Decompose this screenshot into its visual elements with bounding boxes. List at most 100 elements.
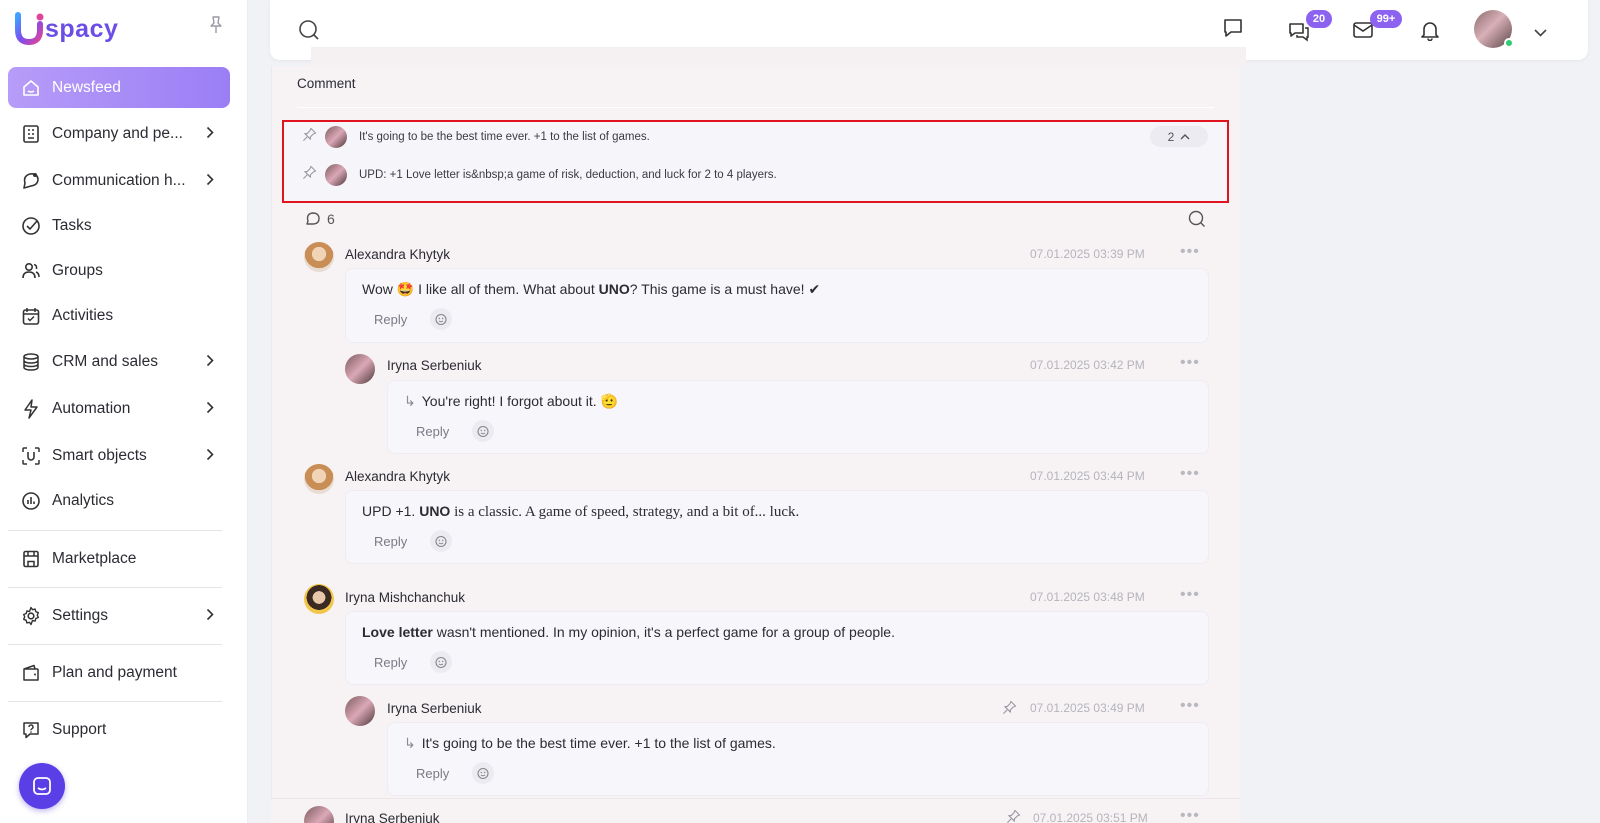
comment-bubble: ↳ You're right! I forgot about it. 🫡 Repl… — [387, 380, 1209, 454]
comment-text: Wow 🤩 I like all of them. What about UNO… — [362, 281, 820, 298]
sidebar-item-crm[interactable]: CRM and sales — [8, 341, 230, 382]
pinned-comment[interactable]: It's going to be the best time ever. +1 … — [302, 126, 650, 148]
more-options-icon[interactable]: ••• — [1180, 697, 1200, 715]
more-options-icon[interactable]: ••• — [1180, 243, 1200, 261]
chevron-right-icon — [206, 173, 214, 191]
home-icon — [20, 77, 42, 99]
chat-bubble-icon — [33, 777, 51, 795]
comments-counter[interactable]: 6 — [304, 210, 335, 227]
sidebar-item-support[interactable]: Support — [8, 709, 230, 750]
reply-button[interactable]: Reply — [374, 534, 407, 549]
chat-widget-button[interactable] — [19, 763, 65, 809]
avatar[interactable] — [345, 696, 375, 726]
avatar[interactable] — [345, 354, 375, 384]
comment-text-part: It's going to be the best time ever. +1 … — [421, 735, 776, 751]
add-reaction-icon[interactable] — [472, 762, 494, 784]
more-options-icon[interactable]: ••• — [1180, 807, 1200, 823]
comment-icon — [306, 212, 320, 225]
sidebar-item-label: Plan and payment — [52, 663, 177, 681]
avatar[interactable] — [304, 464, 334, 494]
comment-bubble: Love letter wasn't mentioned. In my opin… — [345, 611, 1209, 685]
sidebar-item-smart-objects[interactable]: Smart objects — [8, 435, 230, 476]
comment-author[interactable]: Iryna Mishchanchuk — [345, 590, 465, 605]
pinned-indicator-icon[interactable] — [1006, 809, 1021, 823]
mail-icon[interactable] — [1352, 21, 1374, 44]
panel-header-strip — [311, 47, 1246, 67]
comment-text: UPD +1. UNO is a classic. A game of spee… — [362, 503, 799, 521]
calendar-icon — [20, 305, 42, 327]
avatar[interactable] — [304, 584, 334, 614]
chevron-right-icon — [206, 354, 214, 372]
search-icon[interactable] — [298, 19, 320, 46]
more-options-icon[interactable]: ••• — [1180, 354, 1200, 372]
comment-text-part: ? This game is a must have! ✔ — [629, 281, 821, 297]
gear-icon — [20, 605, 42, 627]
chat-icon[interactable] — [1222, 17, 1244, 44]
pinned-comment[interactable]: UPD: +1 Love letter is&nbsp;a game of ri… — [302, 164, 777, 186]
comment-author[interactable]: Alexandra Khytyk — [345, 247, 450, 262]
chat-hub-icon — [20, 170, 42, 192]
add-reaction-icon[interactable] — [430, 530, 452, 552]
more-options-icon[interactable]: ••• — [1180, 465, 1200, 483]
messages-badge: 20 — [1306, 10, 1332, 28]
search-comments-icon[interactable] — [1188, 210, 1206, 233]
sidebar-item-communication[interactable]: Communication h... — [8, 160, 230, 201]
wallet-icon — [20, 662, 42, 684]
reply-arrow-icon: ↳ — [404, 735, 416, 751]
pinned-count-toggle[interactable]: 2 — [1150, 126, 1208, 147]
sidebar-item-groups[interactable]: Groups — [8, 250, 230, 291]
store-icon — [20, 548, 42, 570]
comment-author[interactable]: Iryna Serbeniuk — [345, 811, 440, 823]
avatar[interactable] — [304, 242, 334, 272]
users-icon — [20, 260, 42, 282]
sidebar-divider — [8, 530, 222, 531]
sidebar-item-newsfeed[interactable]: Newsfeed — [8, 67, 230, 108]
sidebar-item-settings[interactable]: Settings — [8, 595, 230, 636]
comment-date: 07.01.2025 03:51 PM — [1033, 811, 1148, 823]
sidebar-item-label: Support — [52, 720, 107, 738]
bell-icon[interactable] — [1420, 19, 1440, 46]
building-icon — [20, 123, 42, 145]
sidebar-divider — [8, 644, 222, 645]
comment-date: 07.01.2025 03:49 PM — [1030, 701, 1145, 715]
comment-author[interactable]: Iryna Serbeniuk — [387, 358, 482, 373]
sidebar-item-analytics[interactable]: Analytics — [8, 480, 230, 521]
chevron-right-icon — [206, 126, 214, 144]
sidebar-divider — [8, 587, 222, 588]
sidebar-item-plan[interactable]: Plan and payment — [8, 652, 230, 693]
sidebar-item-automation[interactable]: Automation — [8, 388, 230, 429]
more-options-icon[interactable]: ••• — [1180, 586, 1200, 604]
logo[interactable]: spacy — [14, 12, 118, 46]
chevron-down-icon[interactable] — [1534, 24, 1547, 42]
comment-text-part: is a classic. A game of speed, strategy,… — [450, 504, 800, 520]
add-reaction-icon[interactable] — [430, 651, 452, 673]
comments-count: 6 — [327, 210, 335, 227]
comment-date: 07.01.2025 03:39 PM — [1030, 247, 1145, 261]
pinned-indicator-icon[interactable] — [1002, 700, 1017, 720]
pin-icon[interactable] — [302, 165, 317, 185]
sidebar-item-marketplace[interactable]: Marketplace — [8, 538, 230, 579]
add-reaction-icon[interactable] — [472, 420, 494, 442]
reply-button[interactable]: Reply — [416, 766, 449, 781]
pin-sidebar-icon[interactable] — [208, 16, 224, 39]
comment-date: 07.01.2025 03:48 PM — [1030, 590, 1145, 604]
comment-author[interactable]: Iryna Serbeniuk — [387, 701, 482, 716]
sidebar-item-company[interactable]: Company and pe... — [8, 113, 230, 154]
sidebar-item-label: Groups — [52, 261, 103, 279]
pin-icon[interactable] — [302, 127, 317, 147]
comment-text: ↳ You're right! I forgot about it. 🫡 — [404, 393, 618, 410]
reply-button[interactable]: Reply — [374, 655, 407, 670]
online-status-dot — [1504, 38, 1514, 48]
sidebar-item-tasks[interactable]: Tasks — [8, 205, 230, 246]
reply-button[interactable]: Reply — [416, 424, 449, 439]
chevron-up-icon — [1180, 134, 1190, 140]
add-reaction-icon[interactable] — [430, 308, 452, 330]
chart-icon — [20, 490, 42, 512]
reply-button[interactable]: Reply — [374, 312, 407, 327]
sidebar-item-activities[interactable]: Activities — [8, 295, 230, 336]
sidebar-item-label: Smart objects — [52, 446, 147, 464]
comment-author[interactable]: Alexandra Khytyk — [345, 469, 450, 484]
comment-text-part: wasn't mentioned. In my opinion, it's a … — [432, 624, 895, 640]
sidebar-item-label: Analytics — [52, 491, 115, 509]
comment-bubble: Wow 🤩 I like all of them. What about UNO… — [345, 268, 1209, 343]
